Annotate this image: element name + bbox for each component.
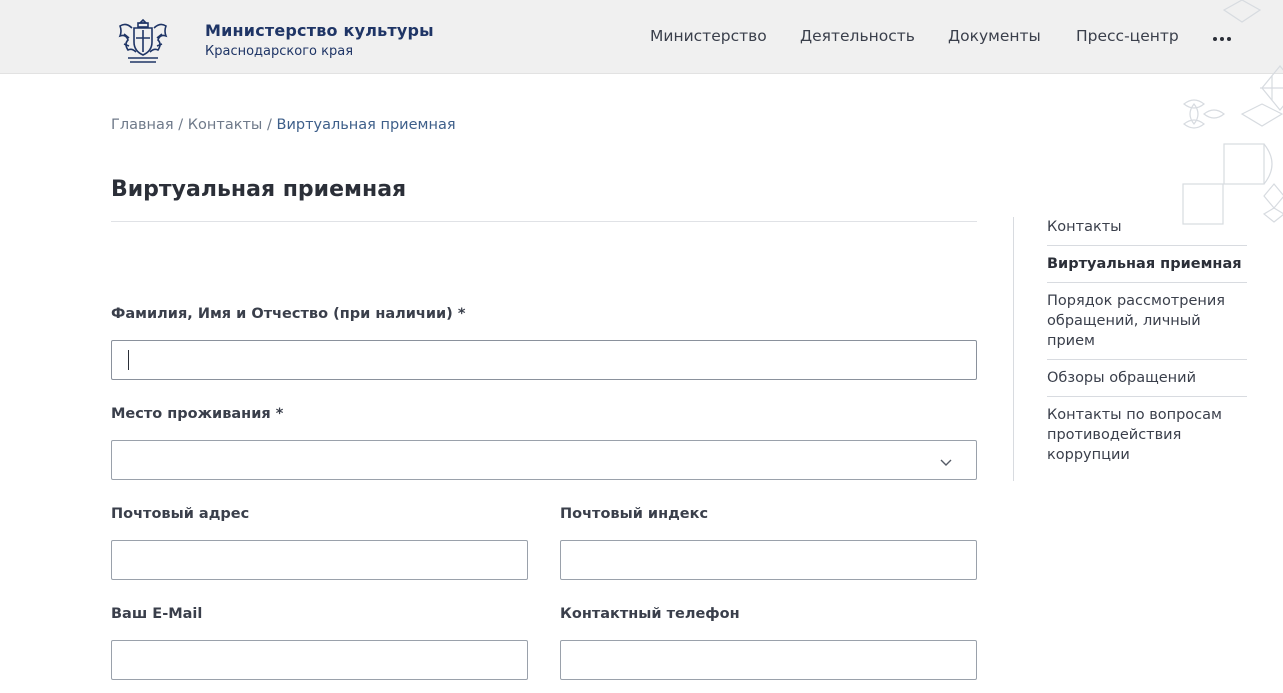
sidebar-item-appeals-reviews[interactable]: Обзоры обращений	[1047, 368, 1247, 388]
nav-documents[interactable]: Документы	[948, 26, 1041, 46]
site-header: Министерство культуры Краснодарского кра…	[0, 0, 1283, 74]
breadcrumb: Главная / Контакты / Виртуальная приемна…	[111, 116, 456, 134]
full-name-input[interactable]	[111, 340, 977, 380]
nav-ministry[interactable]: Министерство	[650, 26, 767, 46]
sidebar-item-virtual-reception[interactable]: Виртуальная приемная	[1047, 254, 1247, 274]
sidebar-item-appeals-procedure[interactable]: Порядок рассмотрения обращений, личный п…	[1047, 291, 1247, 351]
sidebar-separator	[1047, 396, 1247, 397]
org-subtitle: Краснодарского края	[205, 44, 354, 59]
text-caret	[128, 350, 129, 370]
org-title: Министерство культуры	[205, 21, 434, 40]
residence-select[interactable]	[111, 440, 977, 480]
phone-label: Контактный телефон	[560, 606, 740, 622]
breadcrumb-home[interactable]: Главная	[111, 117, 174, 133]
coat-of-arms-icon[interactable]	[114, 14, 172, 68]
sidebar-separator	[1047, 282, 1247, 283]
title-divider	[111, 221, 977, 222]
postal-address-input[interactable]	[111, 540, 528, 580]
sidebar-separator	[1047, 245, 1247, 246]
org-name[interactable]: Министерство культуры Краснодарского кра…	[205, 21, 434, 61]
phone-input[interactable]	[560, 640, 977, 680]
nav-press-center[interactable]: Пресс-центр	[1076, 26, 1179, 46]
chevron-down-icon[interactable]	[939, 453, 953, 466]
sidebar-divider	[1013, 217, 1014, 481]
residence-label: Место проживания *	[111, 406, 284, 422]
page-title: Виртуальная приемная	[111, 177, 407, 202]
postal-address-label: Почтовый адрес	[111, 506, 250, 522]
email-label: Ваш E-Mail	[111, 606, 203, 622]
postal-code-input[interactable]	[560, 540, 977, 580]
decorative-ornament-icon	[1170, 0, 1283, 230]
sidebar-separator	[1047, 359, 1247, 360]
postal-code-label: Почтовый индекс	[560, 506, 709, 522]
breadcrumb-contacts[interactable]: Контакты	[188, 117, 263, 133]
sidebar-item-contacts[interactable]: Контакты	[1047, 217, 1247, 237]
full-name-label: Фамилия, Имя и Отчество (при наличии) *	[111, 306, 466, 322]
nav-activity[interactable]: Деятельность	[800, 26, 915, 46]
breadcrumb-separator: /	[178, 117, 184, 133]
email-input[interactable]	[111, 640, 528, 680]
breadcrumb-current: Виртуальная приемная	[276, 117, 456, 133]
breadcrumb-separator: /	[267, 117, 272, 133]
sidebar-item-anti-corruption-contacts[interactable]: Контакты по вопросам противодействия кор…	[1047, 405, 1247, 465]
